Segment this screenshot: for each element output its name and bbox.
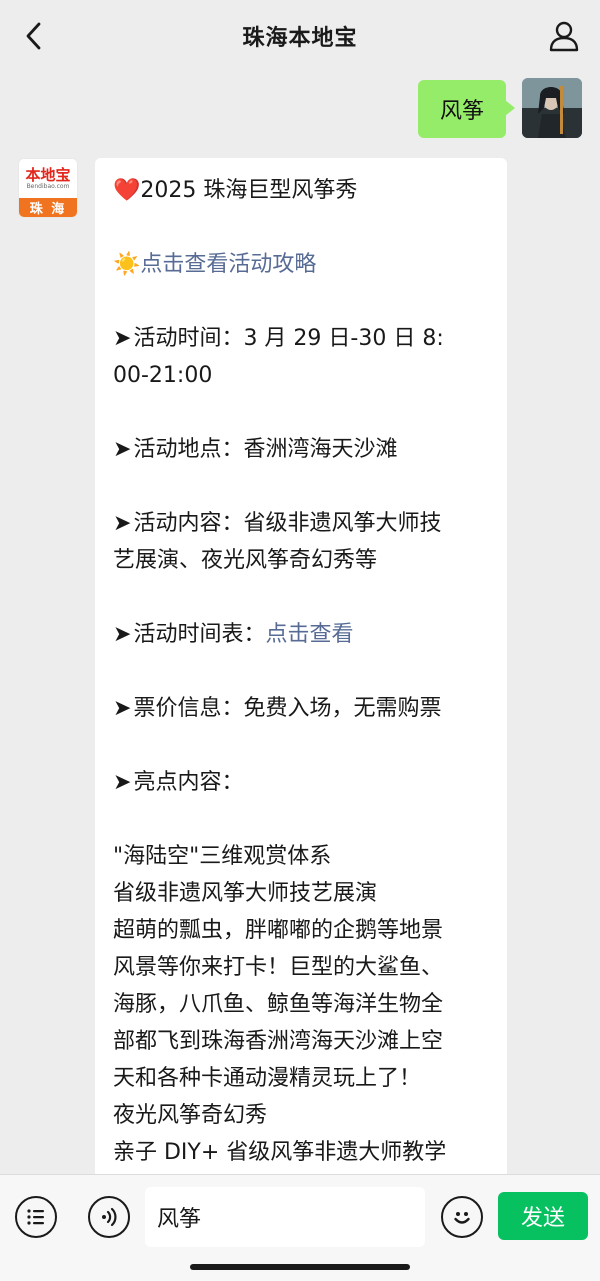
header-bar: 珠海本地宝 xyxy=(0,0,600,72)
heart-icon: ❤️ xyxy=(113,178,141,203)
highlight-item: 天和各种卡通动漫精灵玩上了！ xyxy=(113,1066,422,1091)
chat-screen: 珠海本地宝 风筝 本地宝 Bendibao.com 珠 海 ❤️2025 珠海巨… xyxy=(0,0,600,1281)
emoji-button[interactable] xyxy=(441,1196,483,1238)
avatar-url-text: Bendibao.com xyxy=(26,183,70,190)
sun-icon: ☀️ xyxy=(113,252,141,277)
smiley-icon xyxy=(454,1212,470,1224)
arrow-icon: ➤ xyxy=(113,326,132,351)
time-line: ➤活动时间：3 月 29 日-30 日 8: xyxy=(113,326,444,351)
send-button[interactable]: 发送 xyxy=(498,1192,588,1240)
arrow-icon: ➤ xyxy=(113,511,132,536)
highlights-label-line: ➤亮点内容： xyxy=(113,770,244,795)
ticket-line: ➤票价信息：免费入场，无需购票 xyxy=(113,696,442,721)
schedule-link[interactable]: 点击查看 xyxy=(265,622,353,647)
official-account-avatar[interactable]: 本地宝 Bendibao.com 珠 海 xyxy=(18,158,78,218)
highlight-item: 超萌的瓢虫，胖嘟嘟的企鹅等地景 xyxy=(113,918,444,943)
schedule-line: ➤活动时间表：点击查看 xyxy=(113,622,354,647)
message-input[interactable] xyxy=(145,1187,425,1247)
time-line-cont: 00-21:00 xyxy=(113,363,213,388)
location-line: ➤活动地点：香洲湾海天沙滩 xyxy=(113,437,398,462)
highlight-item: 海豚，八爪鱼、鲸鱼等海洋生物全 xyxy=(113,992,444,1017)
avatar-brand-text: 本地宝 xyxy=(25,166,71,184)
highlight-item: 省级非遗风筝大师技艺展演 xyxy=(113,881,378,906)
user-avatar[interactable] xyxy=(522,78,582,138)
content-line-cont: 艺展演、夜光风筝奇幻秀等 xyxy=(113,548,378,573)
message-title: ❤️2025 珠海巨型风筝秀 xyxy=(113,178,358,203)
guide-link[interactable]: 点击查看活动攻略 xyxy=(140,252,316,277)
menu-button[interactable] xyxy=(15,1196,57,1238)
highlight-item: 亲子 DIY+ 省级风筝非遗大师教学 xyxy=(113,1140,447,1165)
arrow-icon: ➤ xyxy=(113,770,132,795)
chevron-left-icon xyxy=(26,22,41,50)
incoming-message-bubble: ❤️2025 珠海巨型风筝秀 ☀️点击查看活动攻略 ➤活动时间：3 月 29 日… xyxy=(95,158,507,1188)
user-avatar-image xyxy=(522,78,582,138)
highlight-item: 夜光风筝奇幻秀 xyxy=(113,1103,268,1128)
highlight-item: 部都飞到珠海香洲湾海天沙滩上空 xyxy=(113,1029,444,1054)
outgoing-message-bubble[interactable]: 风筝 xyxy=(418,80,515,138)
highlight-item: "海陆空"三维观赏体系 xyxy=(113,844,332,869)
arrow-icon: ➤ xyxy=(113,622,132,647)
highlight-item: 风景等你来打卡！巨型的大鲨鱼、 xyxy=(113,955,444,980)
content-line: ➤活动内容：省级非遗风筝大师技 xyxy=(113,511,442,536)
voice-button[interactable] xyxy=(88,1196,130,1238)
avatar-city-label: 珠 海 xyxy=(19,198,77,217)
back-button[interactable] xyxy=(14,16,54,56)
arrow-icon: ➤ xyxy=(113,696,132,721)
profile-button[interactable] xyxy=(542,14,586,58)
page-title: 珠海本地宝 xyxy=(242,26,358,51)
arrow-icon: ➤ xyxy=(113,437,132,462)
guide-line: ☀️点击查看活动攻略 xyxy=(113,246,489,283)
home-indicator[interactable] xyxy=(190,1264,410,1270)
user-icon xyxy=(549,21,579,52)
avatar-logo: 本地宝 Bendibao.com xyxy=(19,159,77,199)
list-menu-icon xyxy=(27,1209,44,1225)
voice-icon xyxy=(102,1207,117,1227)
